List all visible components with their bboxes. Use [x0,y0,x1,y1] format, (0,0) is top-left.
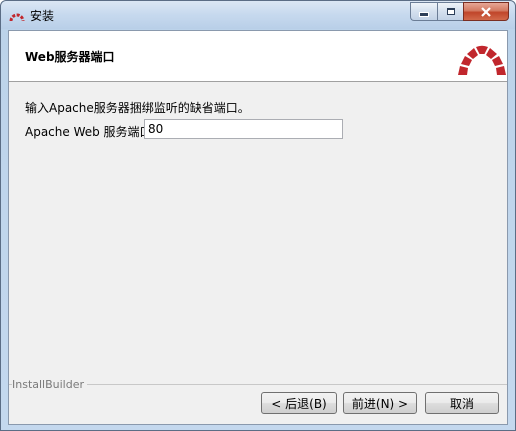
app-icon [9,13,25,22]
installbuilder-label: InstallBuilder [12,378,88,391]
next-button[interactable]: 前进(N) > [343,392,417,414]
wizard-header: Web服务器端口 [9,31,507,82]
port-field-label: Apache Web 服务端口 [25,125,152,139]
minimize-icon [419,12,429,17]
window-controls [410,2,509,21]
bitnami-logo-icon [458,45,506,75]
port-input[interactable] [144,119,343,139]
close-button[interactable] [463,2,509,21]
title-bar[interactable]: 安装 [1,1,515,29]
wizard-panel: Web服务器端口 输入Apache服务器捆绑监听的缺省端口。 Apache We… [8,30,508,425]
back-button[interactable]: < 后退(B) [261,392,337,414]
page-description: 输入Apache服务器捆绑监听的缺省端口。 [25,101,250,115]
cancel-button[interactable]: 取消 [425,392,499,414]
window-title: 安装 [30,9,55,23]
page-title: Web服务器端口 [25,50,115,64]
maximize-icon [446,8,455,15]
installer-window: 安装 Web服务器端口 输入Apache服务器捆绑监听的缺省端口。 Apache… [0,0,516,431]
close-icon [481,6,491,17]
maximize-button[interactable] [437,2,463,21]
minimize-button[interactable] [410,2,437,21]
